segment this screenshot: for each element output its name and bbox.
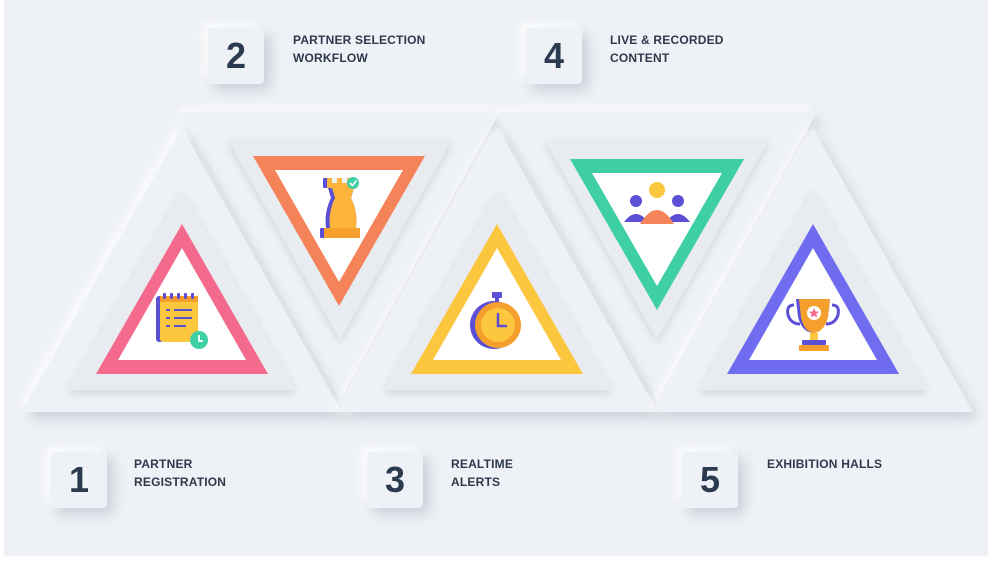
triangle-diagram [22,112,973,412]
step-number-1: 1 [51,452,107,508]
step-label-3: REALTIME ALERTS [451,457,514,489]
step-label-4: LIVE & RECORDED CONTENT [610,33,724,65]
step-label-5: EXHIBITION HALLS [767,457,883,471]
step-number-5: 5 [682,452,738,508]
step-number-2: 2 [208,28,264,84]
step-label-2: PARTNER SELECTION WORKFLOW [293,33,426,65]
step-number-4: 4 [526,28,582,84]
step-label-1: PARTNER REGISTRATION [134,457,227,489]
step-number-3: 3 [367,452,423,508]
